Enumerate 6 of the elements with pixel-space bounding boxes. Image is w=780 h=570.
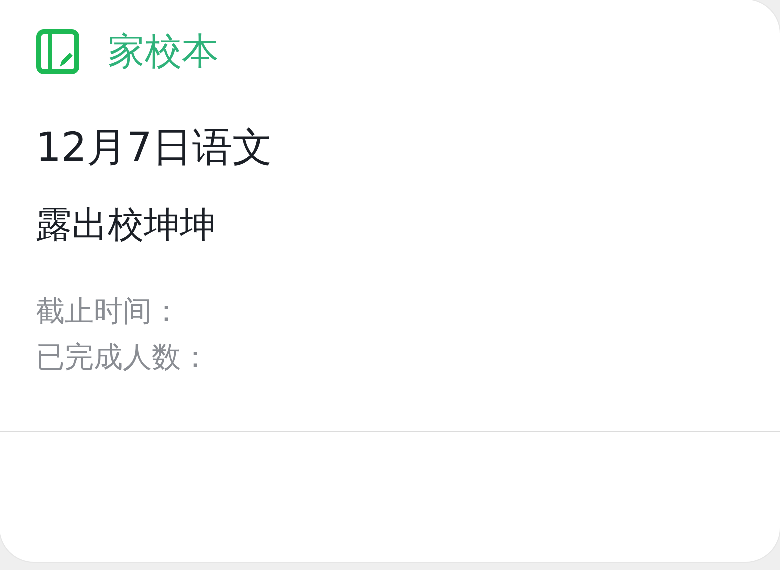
- field-label: 已完成人数：: [36, 339, 211, 376]
- notebook-icon: [36, 29, 80, 75]
- field-label: 截止时间：: [36, 293, 182, 330]
- card-content: 露出校坤坤: [36, 204, 217, 248]
- card-title: 12月7日语文: [36, 124, 274, 173]
- app-name: 家校本: [108, 29, 219, 75]
